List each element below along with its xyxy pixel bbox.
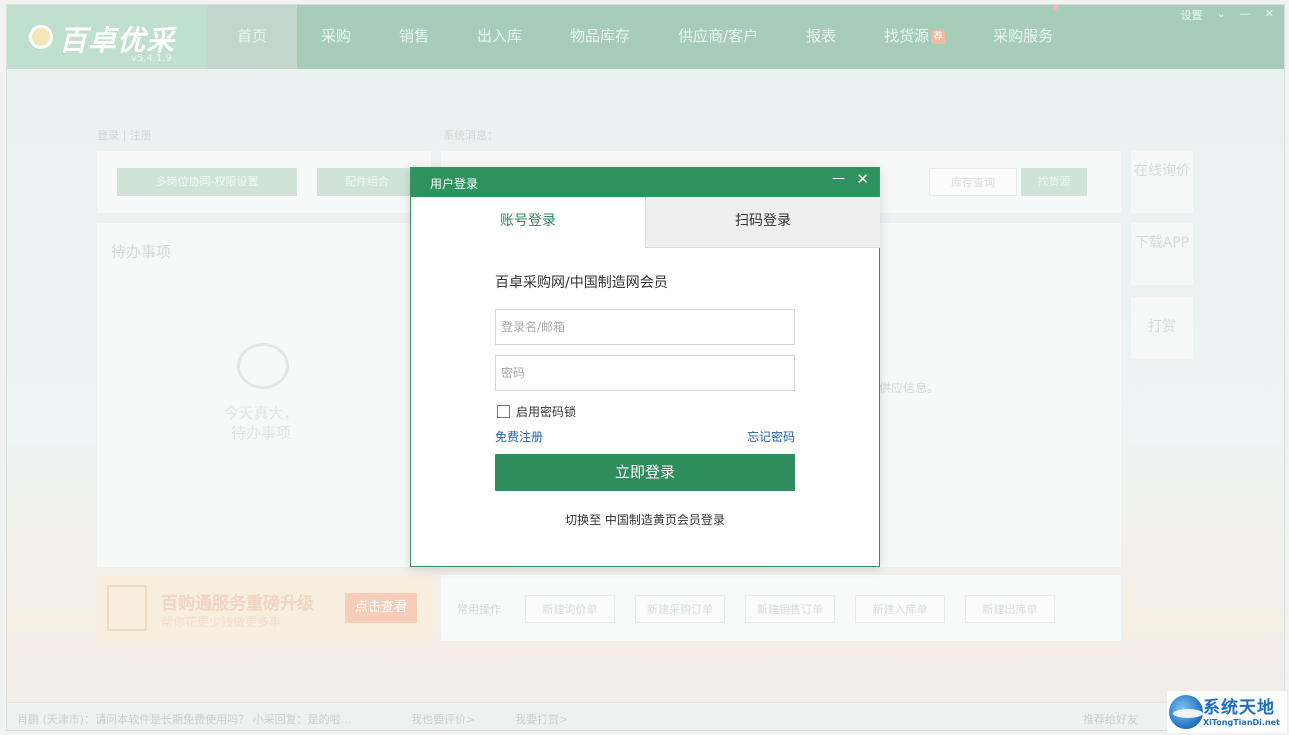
nav-find-source-label: 找货源 xyxy=(884,27,930,45)
download-app-card[interactable]: 下载APP xyxy=(1131,223,1193,285)
todo-title: 待办事项 xyxy=(111,243,172,261)
supplier-info-text: 供应信息。 xyxy=(879,381,940,395)
new-sales-order-button[interactable]: 新建销售订单 xyxy=(745,595,835,623)
promo-subtitle: 帮你花更少钱做更多事 xyxy=(161,615,282,629)
bg-link-separator: | xyxy=(122,129,127,142)
window-minimize-button[interactable]: — xyxy=(1240,7,1251,23)
logo-icon xyxy=(29,25,53,49)
tab-qr-login[interactable]: 扫码登录 xyxy=(645,197,880,248)
hot-badge: 荐 xyxy=(931,29,946,44)
password-lock-checkbox[interactable] xyxy=(497,405,510,418)
username-input[interactable] xyxy=(495,309,795,345)
bg-login-link[interactable]: 登录 xyxy=(97,129,119,142)
bg-register-link[interactable]: 注册 xyxy=(130,129,152,142)
logo-block: 百卓优采 v5.4.1.9 xyxy=(7,5,207,69)
nav-find-source[interactable]: 找货源荐 xyxy=(860,5,969,69)
nav-purchase-service[interactable]: 采购服务 xyxy=(969,5,1082,69)
nav-home[interactable]: 首页 xyxy=(207,5,297,69)
login-tabs: 账号登录 扫码登录 xyxy=(411,197,880,248)
online-inquiry-card[interactable]: 在线询价 xyxy=(1131,151,1193,213)
watermark-title: 系统天地 xyxy=(1203,698,1275,718)
forgot-password-link[interactable]: 忘记密码 xyxy=(747,428,795,445)
system-message-label: 系统消息： xyxy=(443,129,498,142)
reward-link[interactable]: 我要打赏> xyxy=(515,711,568,727)
quick-settings-panel: 多岗位协同-权限设置 配件组合 xyxy=(97,151,431,213)
member-type-label: 百卓采购网/中国制造网会员 xyxy=(495,275,668,291)
app-version: v5.4.1.9 xyxy=(131,53,172,64)
login-dialog: 用户登录 — ✕ 账号登录 扫码登录 百卓采购网/中国制造网会员 启用密码锁 免… xyxy=(410,167,880,567)
find-source-button[interactable]: 找货源 xyxy=(1021,168,1087,196)
promo-banner: 百购通服务重磅升级 帮你花更少钱做更多事 点击查看 xyxy=(97,575,433,641)
new-inquiry-button[interactable]: 新建询价单 xyxy=(525,595,615,623)
nav-inventory[interactable]: 物品库存 xyxy=(546,5,654,69)
stock-query-button[interactable]: 库存查询 xyxy=(929,168,1017,196)
window-controls: 设置 ⌄ — ✕ xyxy=(1181,7,1274,23)
promo-title: 百购通服务重磅升级 xyxy=(161,594,314,614)
watermark: 系统天地 XiTongTianDi.net xyxy=(1167,691,1287,733)
user-review-message: 肖鹏 (天津市)：请问本软件是长期免费使用吗？ 小采回复：是的啦... xyxy=(17,713,352,726)
nav-sales[interactable]: 销售 xyxy=(375,5,453,69)
swoosh-icon xyxy=(1173,709,1203,718)
status-bar: 肖鹏 (天津市)：请问本软件是长期免费使用吗？ 小采回复：是的啦... 我也要评… xyxy=(7,702,1284,730)
login-register-links: 登录 | 注册 xyxy=(97,127,152,143)
free-register-link[interactable]: 免费注册 xyxy=(495,428,543,445)
dialog-header: 用户登录 — ✕ xyxy=(411,168,879,197)
password-lock-row: 启用密码锁 xyxy=(497,403,576,420)
password-lock-label: 启用密码锁 xyxy=(516,405,577,419)
chat-bubble-icon xyxy=(237,343,289,389)
nav-inout-stock[interactable]: 出入库 xyxy=(453,5,546,69)
nav-supplier-customer[interactable]: 供应商/客户 xyxy=(654,5,782,69)
top-navigation-bar: 百卓优采 v5.4.1.9 首页 采购 销售 出入库 物品库存 供应商/客户 报… xyxy=(7,5,1284,69)
nav-purchase-service-label: 采购服务 xyxy=(993,27,1054,45)
write-review-link[interactable]: 我也要评价> xyxy=(411,711,475,727)
share-link[interactable]: 推荐给好友 xyxy=(1083,711,1138,727)
common-operations-label: 常用操作 xyxy=(457,603,501,616)
todo-empty-text: 今天真大，待办事项 xyxy=(223,404,299,442)
main-nav: 首页 采购 销售 出入库 物品库存 供应商/客户 报表 找货源荐 采购服务 xyxy=(207,5,1082,69)
new-inbound-button[interactable]: 新建入库单 xyxy=(855,595,945,623)
parts-combination-button[interactable]: 配件组合 xyxy=(317,168,417,196)
login-button[interactable]: 立即登录 xyxy=(495,454,795,491)
dialog-title: 用户登录 xyxy=(430,177,479,191)
dialog-minimize-button[interactable]: — xyxy=(832,171,845,186)
dialog-close-button[interactable]: ✕ xyxy=(856,170,869,188)
window-close-button[interactable]: ✕ xyxy=(1265,7,1274,23)
common-operations-panel: 常用操作 新建询价单 新建采购订单 新建销售订单 新建入库单 新建出库单 xyxy=(441,575,1121,641)
new-outbound-button[interactable]: 新建出库单 xyxy=(965,595,1055,623)
promo-view-button[interactable]: 点击查看 xyxy=(345,593,417,623)
reward-card[interactable]: 打赏 xyxy=(1131,297,1193,359)
new-purchase-order-button[interactable]: 新建采购订单 xyxy=(635,595,725,623)
permission-settings-button[interactable]: 多岗位协同-权限设置 xyxy=(117,168,297,196)
watermark-subtitle: XiTongTianDi.net xyxy=(1203,718,1280,727)
nav-reports[interactable]: 报表 xyxy=(782,5,860,69)
nav-purchase[interactable]: 采购 xyxy=(297,5,375,69)
switch-login-link[interactable]: 切换至 中国制造黄页会员登录 xyxy=(411,511,879,528)
notification-dot-icon xyxy=(1053,5,1059,10)
settings-dropdown-icon[interactable]: ⌄ xyxy=(1217,7,1226,23)
settings-button[interactable]: 设置 xyxy=(1181,7,1203,23)
tab-account-login[interactable]: 账号登录 xyxy=(411,197,645,248)
password-input[interactable] xyxy=(495,355,795,391)
promo-icon xyxy=(107,585,147,631)
